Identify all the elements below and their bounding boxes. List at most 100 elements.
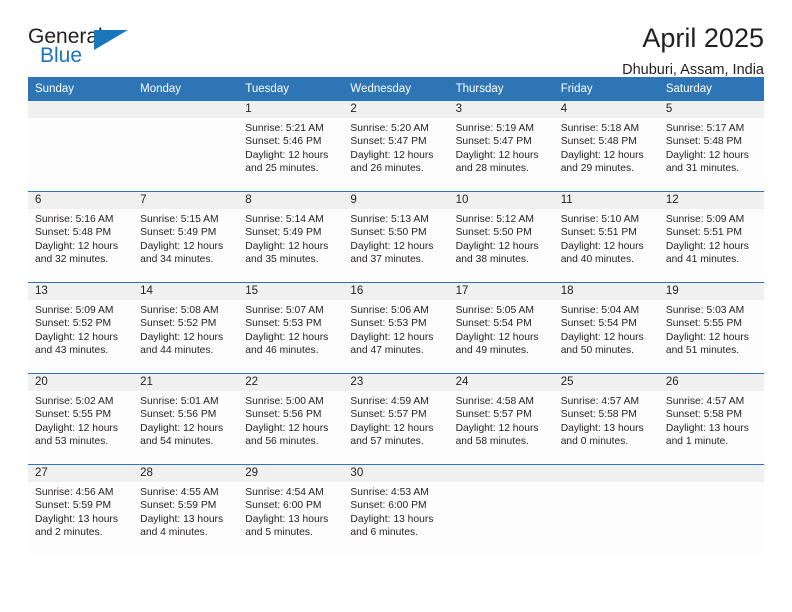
day-number-9[interactable]: 9 <box>343 192 448 209</box>
calendar-week-row: 27 28 29 30 Sunrise: 4:56 AM Sunset: 5:59 PM D… <box>28 464 764 556</box>
day-cell-22[interactable]: Sunrise: 5:00 AM Sunset: 5:56 PM Daylight:… <box>238 391 343 464</box>
day-number-12[interactable]: 12 <box>659 192 764 209</box>
calendar-week-row: 6 7 8 9 10 11 12 Sunrise: 5:16 AM Sunset: 5:48 P… <box>28 191 764 283</box>
day-cell-10[interactable]: Sunrise: 5:12 AM Sunset: 5:50 PM Daylight:… <box>449 209 554 282</box>
sunset-text: Sunset: 5:51 PM <box>560 227 637 239</box>
day-cell-17[interactable]: Sunrise: 5:05 AM Sunset: 5:54 PM Daylight:… <box>449 300 554 373</box>
sunrise-text: Sunrise: 5:05 AM <box>455 305 534 317</box>
day-number-23[interactable]: 23 <box>343 374 448 391</box>
day-number-7[interactable]: 7 <box>133 192 238 209</box>
day-number-17[interactable]: 17 <box>449 283 554 300</box>
day-cell-13[interactable]: Sunrise: 5:09 AM Sunset: 5:52 PM Daylight:… <box>28 300 133 373</box>
day-cell-11[interactable]: Sunrise: 5:10 AM Sunset: 5:51 PM Daylight:… <box>554 209 659 282</box>
day-cell-24[interactable]: Sunrise: 4:58 AM Sunset: 5:57 PM Daylight:… <box>449 391 554 464</box>
calendar-weeks: 1 2 3 4 5 Sunrise: 5:21 AM Sunset: 5:46 PM Dayl… <box>28 101 764 556</box>
day-number-20[interactable]: 20 <box>28 374 133 391</box>
sunrise-text: Sunrise: 5:13 AM <box>350 214 429 226</box>
sunrise-text: Sunrise: 4:56 AM <box>35 487 114 499</box>
day-number-18[interactable]: 18 <box>554 283 659 300</box>
day-cell-20[interactable]: Sunrise: 5:02 AM Sunset: 5:55 PM Daylight:… <box>28 391 133 464</box>
calendar-grid: Sunday Monday Tuesday Wednesday Thursday Frid… <box>28 77 764 556</box>
daylight-text-line1: Daylight: 12 hours <box>560 331 644 343</box>
day-cell-8[interactable]: Sunrise: 5:14 AM Sunset: 5:49 PM Daylight:… <box>238 209 343 282</box>
day-number-11[interactable]: 11 <box>554 192 659 209</box>
day-number-25[interactable]: 25 <box>554 374 659 391</box>
day-cell-19[interactable]: Sunrise: 5:03 AM Sunset: 5:55 PM Daylight:… <box>659 300 764 373</box>
day-number-28[interactable]: 28 <box>133 465 238 482</box>
day-cell-5[interactable]: Sunrise: 5:17 AM Sunset: 5:48 PM Daylight:… <box>659 118 764 191</box>
day-number-4[interactable]: 4 <box>554 101 659 118</box>
day-cell-12[interactable]: Sunrise: 5:09 AM Sunset: 5:51 PM Daylight:… <box>659 209 764 282</box>
weekday-header-monday: Monday <box>140 83 182 95</box>
sunset-text: Sunset: 5:53 PM <box>245 318 322 330</box>
day-number-26[interactable]: 26 <box>659 374 764 391</box>
day-cell-2[interactable]: Sunrise: 5:20 AM Sunset: 5:47 PM Daylight:… <box>343 118 448 191</box>
day-number-30[interactable]: 30 <box>343 465 448 482</box>
day-number-29[interactable]: 29 <box>238 465 343 482</box>
week-body: Sunrise: 5:09 AM Sunset: 5:52 PM Daylight:… <box>28 300 764 374</box>
day-number-3[interactable]: 3 <box>449 101 554 118</box>
day-number-8[interactable]: 8 <box>238 192 343 209</box>
day-cell-23[interactable]: Sunrise: 4:59 AM Sunset: 5:57 PM Daylight:… <box>343 391 448 464</box>
day-cell-26[interactable]: Sunrise: 4:57 AM Sunset: 5:58 PM Daylight:… <box>659 391 764 464</box>
day-cell-30[interactable]: Sunrise: 4:53 AM Sunset: 6:00 PM Daylight:… <box>343 482 448 555</box>
daylight-text-line1: Daylight: 12 hours <box>665 331 749 343</box>
day-number-22[interactable]: 22 <box>238 374 343 391</box>
day-number-1[interactable]: 1 <box>238 101 343 118</box>
day-cell-1[interactable]: Sunrise: 5:21 AM Sunset: 5:46 PM Daylight:… <box>238 118 343 191</box>
day-cell-27[interactable]: Sunrise: 4:56 AM Sunset: 5:59 PM Daylight:… <box>28 482 133 555</box>
day-number-6[interactable]: 6 <box>28 192 133 209</box>
daylight-text-line2: and 46 minutes. <box>245 344 319 356</box>
sunrise-text: Sunrise: 4:58 AM <box>455 396 534 408</box>
day-number-16[interactable]: 16 <box>343 283 448 300</box>
daylight-text-line1: Daylight: 12 hours <box>350 240 434 252</box>
day-number-24[interactable]: 24 <box>449 374 554 391</box>
day-cell-7[interactable]: Sunrise: 5:15 AM Sunset: 5:49 PM Daylight:… <box>133 209 238 282</box>
sunset-text: Sunset: 5:55 PM <box>35 409 112 421</box>
calendar-week-row: 13 14 15 16 17 18 19 Sunrise: 5:09 AM Sunset: 5:… <box>28 282 764 374</box>
day-number-27[interactable]: 27 <box>28 465 133 482</box>
daylight-text-line1: Daylight: 12 hours <box>245 422 329 434</box>
daylight-text-line2: and 37 minutes. <box>350 253 424 265</box>
day-number-2[interactable]: 2 <box>343 101 448 118</box>
sunrise-text: Sunrise: 5:08 AM <box>140 305 219 317</box>
day-cell-15[interactable]: Sunrise: 5:07 AM Sunset: 5:53 PM Daylight:… <box>238 300 343 373</box>
day-number-21[interactable]: 21 <box>133 374 238 391</box>
calendar-page: General Blue April 2025 Dhuburi, Assam, … <box>0 0 792 612</box>
day-cell-empty <box>659 482 764 555</box>
day-number-5[interactable]: 5 <box>659 101 764 118</box>
sunset-text: Sunset: 5:50 PM <box>455 227 532 239</box>
brand-logo[interactable]: General Blue <box>28 24 148 72</box>
day-number-10[interactable]: 10 <box>449 192 554 209</box>
calendar-week-row: 1 2 3 4 5 Sunrise: 5:21 AM Sunset: 5:46 PM Dayl… <box>28 101 764 192</box>
day-number-14[interactable]: 14 <box>133 283 238 300</box>
sunset-text: Sunset: 5:48 PM <box>35 227 112 239</box>
day-cell-18[interactable]: Sunrise: 5:04 AM Sunset: 5:54 PM Daylight:… <box>554 300 659 373</box>
sunset-text: Sunset: 5:54 PM <box>455 318 532 330</box>
daylight-text-line2: and 6 minutes. <box>350 526 418 538</box>
day-number-15[interactable]: 15 <box>238 283 343 300</box>
day-number-empty <box>659 465 764 482</box>
day-cell-25[interactable]: Sunrise: 4:57 AM Sunset: 5:58 PM Daylight:… <box>554 391 659 464</box>
day-cell-21[interactable]: Sunrise: 5:01 AM Sunset: 5:56 PM Daylight:… <box>133 391 238 464</box>
daylight-text-line1: Daylight: 12 hours <box>140 331 224 343</box>
day-cell-29[interactable]: Sunrise: 4:54 AM Sunset: 6:00 PM Daylight:… <box>238 482 343 555</box>
sunrise-text: Sunrise: 5:09 AM <box>35 305 114 317</box>
day-cell-28[interactable]: Sunrise: 4:55 AM Sunset: 5:59 PM Daylight:… <box>133 482 238 555</box>
day-cell-3[interactable]: Sunrise: 5:19 AM Sunset: 5:47 PM Daylight:… <box>449 118 554 191</box>
day-cell-16[interactable]: Sunrise: 5:06 AM Sunset: 5:53 PM Daylight:… <box>343 300 448 373</box>
day-cell-4[interactable]: Sunrise: 5:18 AM Sunset: 5:48 PM Daylight:… <box>554 118 659 191</box>
day-number-19[interactable]: 19 <box>659 283 764 300</box>
day-cell-empty <box>28 118 133 191</box>
title-block: April 2025 Dhuburi, Assam, India <box>622 23 764 79</box>
sunrise-text: Sunrise: 5:04 AM <box>560 305 640 317</box>
day-number-13[interactable]: 13 <box>28 283 133 300</box>
day-cell-6[interactable]: Sunrise: 5:16 AM Sunset: 5:48 PM Daylight:… <box>28 209 133 282</box>
daylight-text-line1: Daylight: 13 hours <box>245 513 329 525</box>
sunrise-text: Sunrise: 4:55 AM <box>140 487 219 499</box>
sunset-text: Sunset: 5:55 PM <box>665 318 742 330</box>
day-cell-14[interactable]: Sunrise: 5:08 AM Sunset: 5:52 PM Daylight:… <box>133 300 238 373</box>
daylight-text-line2: and 44 minutes. <box>140 344 214 356</box>
day-cell-9[interactable]: Sunrise: 5:13 AM Sunset: 5:50 PM Daylight:… <box>343 209 448 282</box>
sunset-text: Sunset: 6:00 PM <box>350 500 427 512</box>
